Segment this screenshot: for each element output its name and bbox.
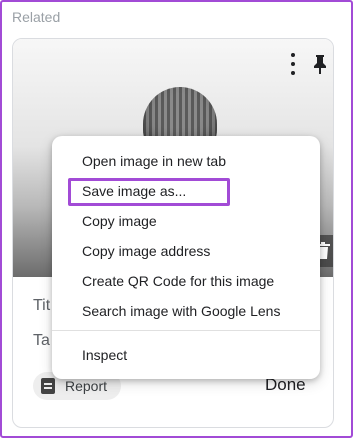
menu-item-inspect[interactable]: Inspect	[82, 347, 127, 363]
related-heading: Related	[12, 9, 61, 25]
more-vert-icon[interactable]	[285, 53, 301, 75]
pin-icon[interactable]	[311, 53, 329, 75]
save-image-highlight	[68, 178, 230, 206]
menu-divider	[52, 330, 320, 331]
report-icon	[41, 378, 55, 394]
title-field[interactable]: Tit	[33, 297, 50, 315]
tags-field[interactable]: Ta	[33, 332, 50, 350]
menu-item-copy-image-address[interactable]: Copy image address	[82, 243, 210, 259]
menu-item-search-google-lens[interactable]: Search image with Google Lens	[82, 303, 280, 319]
context-menu: Open image in new tab Save image as... C…	[52, 136, 320, 379]
menu-item-create-qr-code[interactable]: Create QR Code for this image	[82, 273, 274, 289]
menu-item-copy-image[interactable]: Copy image	[82, 213, 157, 229]
menu-item-open-image-new-tab[interactable]: Open image in new tab	[82, 153, 226, 169]
report-label: Report	[65, 378, 108, 394]
